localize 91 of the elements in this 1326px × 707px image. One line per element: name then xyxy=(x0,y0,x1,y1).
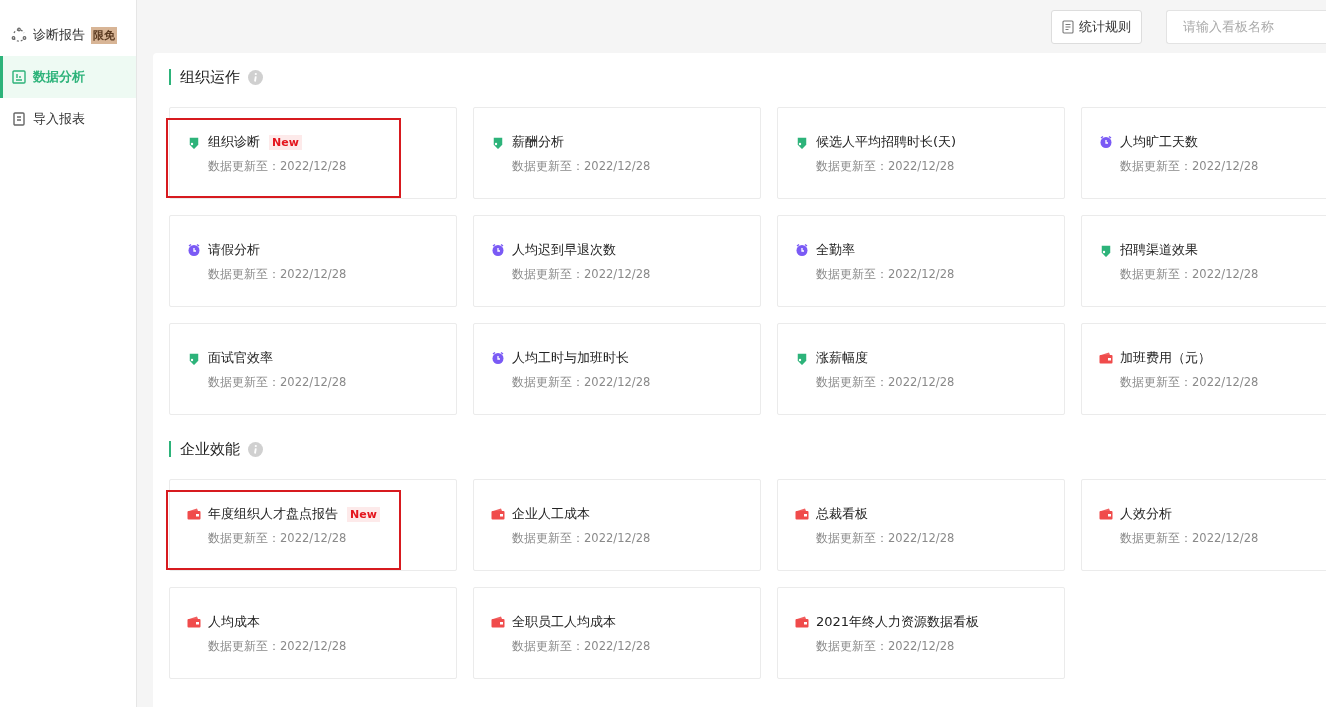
wallet-icon xyxy=(1099,508,1113,520)
update-date: 数据更新至：2022/12/28 xyxy=(512,639,652,654)
dashboard-card[interactable]: 总裁看板 数据更新至：2022/12/28 xyxy=(777,479,1065,571)
info-icon xyxy=(248,441,263,457)
dashboard-card[interactable]: 年度组织人才盘点报告 New 数据更新至：2022/12/28 xyxy=(169,479,457,571)
wallet-icon xyxy=(187,508,201,520)
card-title: 人效分析 xyxy=(1120,505,1172,523)
dashboard-card[interactable]: 候选人平均招聘时长(天) 数据更新至：2022/12/28 xyxy=(777,107,1065,199)
card-title: 面试官效率 xyxy=(208,349,273,367)
section-title: 组织运作 xyxy=(169,69,240,85)
card-title: 人均旷工天数 xyxy=(1120,133,1198,151)
update-date: 数据更新至：2022/12/28 xyxy=(816,375,956,390)
search-field[interactable]: 请输入看板名称 xyxy=(1166,9,1326,44)
dashboard-card[interactable]: 2021年终人力资源数据看板 数据更新至：2022/12/28 xyxy=(777,587,1065,679)
update-date: 数据更新至：2022/12/28 xyxy=(1120,159,1260,174)
update-date: 数据更新至：2022/12/28 xyxy=(512,267,652,282)
card-title: 招聘渠道效果 xyxy=(1120,241,1198,259)
card-title: 人均工时与加班时长 xyxy=(512,349,629,367)
update-date: 数据更新至：2022/12/28 xyxy=(512,375,652,390)
dashboard-card[interactable]: 人效分析 数据更新至：2022/12/28 xyxy=(1081,479,1326,571)
new-badge: New xyxy=(269,134,302,150)
card-title: 全勤率 xyxy=(816,241,855,259)
update-date: 数据更新至：2022/12/28 xyxy=(208,375,348,390)
update-date: 数据更新至：2022/12/28 xyxy=(208,639,348,654)
dashboard-card[interactable]: 请假分析 数据更新至：2022/12/28 xyxy=(169,215,457,307)
alarm-clock-icon xyxy=(491,351,505,365)
card-title: 企业人工成本 xyxy=(512,505,590,523)
info-icon xyxy=(248,69,263,85)
dashboard-card[interactable]: 人均旷工天数 数据更新至：2022/12/28 xyxy=(1081,107,1326,199)
alarm-clock-icon xyxy=(491,243,505,257)
wallet-icon xyxy=(187,616,201,628)
cycle-icon xyxy=(11,27,27,43)
free-badge: 限免 xyxy=(91,26,117,44)
dashboard-card[interactable]: 人均工时与加班时长 数据更新至：2022/12/28 xyxy=(473,323,761,415)
card-title: 人均迟到早退次数 xyxy=(512,241,616,259)
alarm-clock-icon xyxy=(187,243,201,257)
card-title: 年度组织人才盘点报告 xyxy=(208,505,338,523)
tag-icon xyxy=(187,351,201,365)
card-title: 组织诊断 xyxy=(208,133,260,151)
dashboard-card[interactable]: 涨薪幅度 数据更新至：2022/12/28 xyxy=(777,323,1065,415)
update-date: 数据更新至：2022/12/28 xyxy=(512,531,652,546)
report-icon xyxy=(11,69,27,85)
update-date: 数据更新至：2022/12/28 xyxy=(1120,267,1260,282)
card-title: 薪酬分析 xyxy=(512,133,564,151)
tag-icon xyxy=(491,135,505,149)
update-date: 数据更新至：2022/12/28 xyxy=(208,531,348,546)
alarm-clock-icon xyxy=(795,243,809,257)
update-date: 数据更新至：2022/12/28 xyxy=(208,267,348,282)
dashboard-card[interactable]: 企业人工成本 数据更新至：2022/12/28 xyxy=(473,479,761,571)
update-date: 数据更新至：2022/12/28 xyxy=(1120,531,1260,546)
document-icon xyxy=(11,111,27,127)
card-title: 候选人平均招聘时长(天) xyxy=(816,133,957,151)
alarm-clock-icon xyxy=(1099,135,1113,149)
dashboard-card[interactable]: 人均成本 数据更新至：2022/12/28 xyxy=(169,587,457,679)
update-date: 数据更新至：2022/12/28 xyxy=(816,531,956,546)
card-title: 加班费用（元） xyxy=(1120,349,1211,367)
dashboard-card[interactable]: 招聘渠道效果 数据更新至：2022/12/28 xyxy=(1081,215,1326,307)
section-title: 企业效能 xyxy=(169,441,240,457)
dashboard-card[interactable]: 人均迟到早退次数 数据更新至：2022/12/28 xyxy=(473,215,761,307)
update-date: 数据更新至：2022/12/28 xyxy=(208,159,348,174)
update-date: 数据更新至：2022/12/28 xyxy=(816,267,956,282)
wallet-icon xyxy=(491,616,505,628)
tag-icon xyxy=(795,135,809,149)
update-date: 数据更新至：2022/12/28 xyxy=(1120,375,1260,390)
card-title: 2021年终人力资源数据看板 xyxy=(816,613,980,631)
tag-icon xyxy=(1099,243,1113,257)
sidebar-item[interactable]: 诊断报告 限免 xyxy=(0,14,136,56)
dashboard-card[interactable]: 组织诊断 New 数据更新至：2022/12/28 xyxy=(169,107,457,199)
card-title: 人均成本 xyxy=(208,613,260,631)
dashboard-card[interactable]: 薪酬分析 数据更新至：2022/12/28 xyxy=(473,107,761,199)
sidebar-item[interactable]: 导入报表 xyxy=(0,98,136,140)
update-date: 数据更新至：2022/12/28 xyxy=(512,159,652,174)
wallet-icon xyxy=(1099,352,1113,364)
rules-button[interactable]: 统计规则 xyxy=(1051,9,1142,44)
dashboard-card[interactable]: 面试官效率 数据更新至：2022/12/28 xyxy=(169,323,457,415)
new-badge: New xyxy=(347,506,380,522)
tag-icon xyxy=(187,135,201,149)
dashboard-card[interactable]: 加班费用（元） 数据更新至：2022/12/28 xyxy=(1081,323,1326,415)
document-icon xyxy=(1062,19,1075,34)
tag-icon xyxy=(795,351,809,365)
dashboard-card[interactable]: 全勤率 数据更新至：2022/12/28 xyxy=(777,215,1065,307)
wallet-icon xyxy=(795,616,809,628)
update-date: 数据更新至：2022/12/28 xyxy=(816,159,956,174)
card-title: 全职员工人均成本 xyxy=(512,613,616,631)
wallet-icon xyxy=(491,508,505,520)
wallet-icon xyxy=(795,508,809,520)
card-title: 涨薪幅度 xyxy=(816,349,868,367)
dashboard-card[interactable]: 全职员工人均成本 数据更新至：2022/12/28 xyxy=(473,587,761,679)
card-title: 请假分析 xyxy=(208,241,260,259)
card-title: 总裁看板 xyxy=(816,505,868,523)
update-date: 数据更新至：2022/12/28 xyxy=(816,639,956,654)
